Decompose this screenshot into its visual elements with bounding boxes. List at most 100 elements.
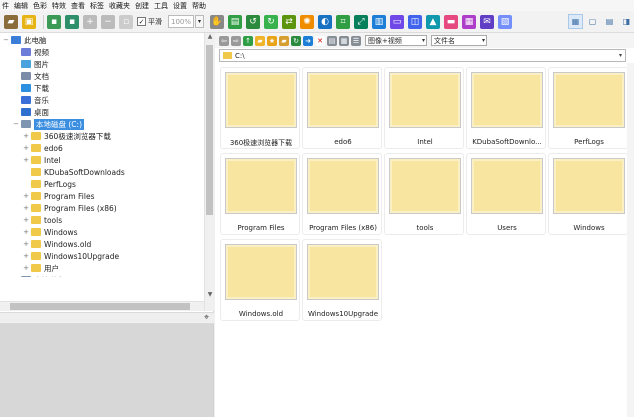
batch-icon[interactable]: ▥ [372,14,386,29]
tree-item[interactable]: 图片 [12,58,49,70]
expand-toggle-icon[interactable]: + [22,264,30,272]
zoom-in-icon[interactable]: + [83,14,97,29]
sort-select[interactable]: 文件名 ▾ [431,35,487,46]
expand-toggle-icon[interactable]: + [22,192,30,200]
delete-x-icon[interactable]: ✕ [315,35,325,46]
expand-toggle-icon[interactable]: + [22,252,30,260]
tree-item[interactable]: − 本地磁盘 (C:) [12,118,84,130]
browse-icon[interactable]: ▣ [22,14,36,29]
address-bar[interactable]: C:\ ▾ [219,49,626,62]
zoom-dropdown-icon[interactable]: ▾ [195,15,204,28]
folder-tile[interactable]: 360极速浏览器下载 [220,67,300,149]
save-icon[interactable]: ▪ [47,14,61,29]
tree-item[interactable]: + Program Files [22,190,94,202]
tree-item[interactable]: PerfLogs [22,178,76,190]
tree-scroll-thumb[interactable] [206,45,213,215]
tree-item[interactable]: + Intel [22,154,61,166]
menu-item[interactable]: 工具 [154,1,168,11]
menu-item[interactable]: 收藏夹 [109,1,130,11]
resize-icon[interactable]: ⤢ [354,14,368,29]
folder-tile[interactable]: Windows.old [220,239,300,321]
delete-icon[interactable]: ▬ [444,14,458,29]
tree-item[interactable]: KDubaSoftDownloads [22,166,125,178]
expand-toggle-icon[interactable]: + [22,228,30,236]
folder-tile[interactable]: tools [384,153,464,235]
tree-item[interactable]: 桌面 [12,106,49,118]
view-compare-icon[interactable]: ◨ [619,14,634,29]
tree-item[interactable]: + Windows [22,226,77,238]
expand-toggle-icon[interactable]: − [12,120,20,128]
tree-item[interactable]: + tools [22,214,62,226]
menu-item[interactable]: 特效 [52,1,66,11]
details-view-icon[interactable]: ▤ [327,35,337,46]
folder-tile[interactable]: Users [466,153,546,235]
new-folder-icon[interactable]: ▰ [255,35,265,46]
expand-toggle-icon[interactable]: + [22,144,30,152]
tree-item[interactable]: + edo6 [22,142,63,154]
rotate-right-icon[interactable]: ↻ [264,14,278,29]
tree-item[interactable]: + Program Files (x86) [22,202,117,214]
tree-item[interactable]: 视频 [12,46,49,58]
view-editor-icon[interactable]: ▤ [602,14,617,29]
menu-item[interactable]: 件 [2,1,9,11]
hand-tool-icon[interactable]: ✋ [210,14,224,29]
tree-item[interactable]: 下载 [12,82,49,94]
tree-vertical-scrollbar[interactable]: ▲ ▼ [204,33,214,311]
up-folder-icon[interactable]: ↑ [243,35,253,46]
folder-copy-icon[interactable]: ▰ [279,35,289,46]
menu-item[interactable]: 帮助 [192,1,206,11]
compare-icon[interactable]: ◫ [408,14,422,29]
folder-tile[interactable]: Program Files (x86) [302,153,382,235]
zoom-input[interactable]: 100% [168,15,194,28]
expand-toggle-icon[interactable]: + [12,276,20,277]
browser-vertical-scrollbar[interactable] [627,63,634,417]
screenshot-icon[interactable]: ▭ [390,14,404,29]
folder-tile[interactable]: Intel [384,67,464,149]
menu-item[interactable]: 查看 [71,1,85,11]
menu-item[interactable]: 标签 [90,1,104,11]
tree-item[interactable]: − 此电脑 [2,34,46,46]
chevron-down-icon[interactable]: ▾ [619,52,622,59]
flip-icon[interactable]: ⇄ [282,14,296,29]
menu-item[interactable]: 色彩 [33,1,47,11]
paint-icon[interactable]: ▲ [426,14,440,29]
menu-item[interactable]: 编辑 [14,1,28,11]
tree-horizontal-scrollbar[interactable] [0,301,204,311]
save-as-icon[interactable]: ▪ [65,14,79,29]
color-adjust-icon[interactable]: ◐ [318,14,332,29]
list-view-icon[interactable]: ☰ [351,35,361,46]
menu-item[interactable]: 创建 [135,1,149,11]
tree-item[interactable]: + Windows.old [22,238,91,250]
expand-toggle-icon[interactable]: + [22,240,30,248]
move-icon[interactable]: ➜ [303,35,313,46]
favorites-icon[interactable]: ★ [267,35,277,46]
forward-icon[interactable]: ⇨ [231,35,241,46]
preview-splitter[interactable]: ⌖ [0,312,214,324]
actual-size-icon[interactable]: ▫ [119,14,133,29]
folder-tile[interactable]: KDubaSoftDownlo... [466,67,546,149]
folder-tile[interactable]: Windows10Upgrade [302,239,382,321]
pin-icon[interactable]: ⌖ [204,313,209,323]
expand-toggle-icon[interactable]: + [22,216,30,224]
thumbnail-view-icon[interactable]: ▦ [339,35,349,46]
print-icon[interactable]: ▦ [462,14,476,29]
scroll-up-icon[interactable]: ▲ [205,33,215,43]
view-image-icon[interactable]: ▢ [585,14,600,29]
expand-toggle-icon[interactable]: + [22,132,30,140]
tree-hscroll-thumb[interactable] [10,303,190,310]
view-browser-icon[interactable]: ▦ [568,14,583,29]
expand-toggle-icon[interactable]: − [2,36,10,44]
email-icon[interactable]: ✉ [480,14,494,29]
tree-item[interactable]: 音乐 [12,94,49,106]
tree-item[interactable]: 文档 [12,70,49,82]
folder-open-icon[interactable]: ▰ [4,14,18,29]
folder-tile[interactable]: PerfLogs [548,67,628,149]
menu-item[interactable]: 设置 [173,1,187,11]
tree-item[interactable]: + 用户 [22,262,59,274]
slideshow-icon[interactable]: ▤ [228,14,242,29]
tree-item[interactable]: + Windows10Upgrade [22,250,119,262]
zoom-out-icon[interactable]: − [101,14,115,29]
folder-tile[interactable]: Windows [548,153,628,235]
effects-icon[interactable]: ✺ [300,14,314,29]
rotate-left-icon[interactable]: ↺ [246,14,260,29]
